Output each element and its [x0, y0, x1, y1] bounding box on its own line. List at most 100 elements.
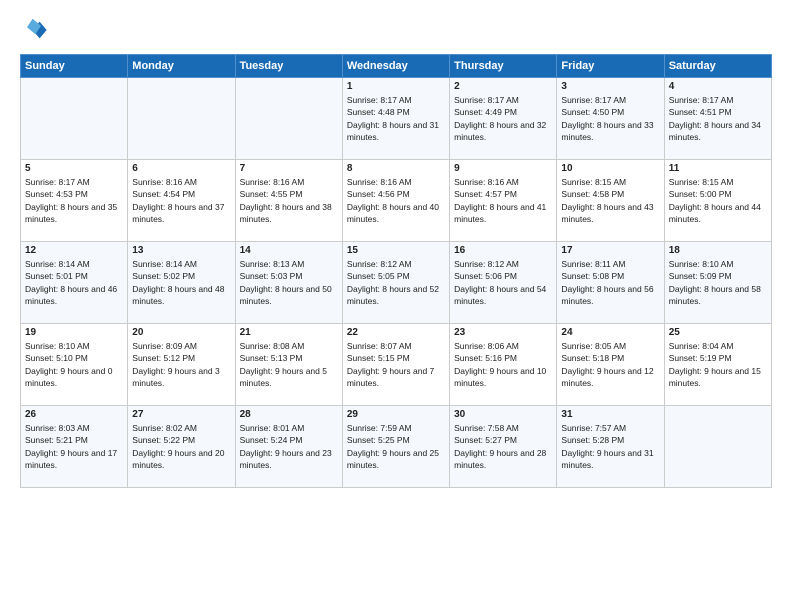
- day-info: Sunrise: 8:17 AM Sunset: 4:51 PM Dayligh…: [669, 94, 767, 143]
- calendar-cell: 29 Sunrise: 7:59 AM Sunset: 5:25 PM Dayli…: [342, 406, 449, 488]
- header: [20, 16, 772, 44]
- day-info: Sunrise: 8:06 AM Sunset: 5:16 PM Dayligh…: [454, 340, 552, 389]
- day-info: Sunrise: 8:16 AM Sunset: 4:57 PM Dayligh…: [454, 176, 552, 225]
- day-number: 18: [669, 245, 767, 256]
- day-number: 11: [669, 163, 767, 174]
- calendar-cell: 27Sunrise: 8:02 AM Sunset: 5:22 PM Dayli…: [128, 406, 235, 488]
- calendar-cell: 8 Sunrise: 8:16 AM Sunset: 4:56 PM Daylig…: [342, 160, 449, 242]
- day-info: Sunrise: 7:57 AM Sunset: 5:28 PM Dayligh…: [561, 422, 659, 471]
- day-info: Sunrise: 8:12 AM Sunset: 5:05 PM Dayligh…: [347, 258, 445, 307]
- day-number: 29: [347, 409, 445, 420]
- day-number: 15: [347, 245, 445, 256]
- day-number: 30: [454, 409, 552, 420]
- calendar-week-1: 1 Sunrise: 8:17 AM Sunset: 4:48 PM Daylig…: [21, 78, 772, 160]
- day-number: 6: [132, 163, 230, 174]
- calendar-cell: 15 Sunrise: 8:12 AM Sunset: 5:05 PM Dayli…: [342, 242, 449, 324]
- calendar-cell: [235, 78, 342, 160]
- day-info: Sunrise: 8:10 AM Sunset: 5:10 PM Dayligh…: [25, 340, 123, 389]
- day-number: 25: [669, 327, 767, 338]
- day-info: Sunrise: 8:08 AM Sunset: 5:13 PM Dayligh…: [240, 340, 338, 389]
- calendar-cell: 31 Sunrise: 7:57 AM Sunset: 5:28 PM Dayli…: [557, 406, 664, 488]
- day-number: 20: [132, 327, 230, 338]
- calendar-week-3: 12Sunrise: 8:14 AM Sunset: 5:01 PM Dayli…: [21, 242, 772, 324]
- day-info: Sunrise: 8:07 AM Sunset: 5:15 PM Dayligh…: [347, 340, 445, 389]
- day-info: Sunrise: 8:03 AM Sunset: 5:21 PM Dayligh…: [25, 422, 123, 471]
- day-info: Sunrise: 8:16 AM Sunset: 4:56 PM Dayligh…: [347, 176, 445, 225]
- calendar-cell: 13 Sunrise: 8:14 AM Sunset: 5:02 PM Dayli…: [128, 242, 235, 324]
- calendar-cell: 5Sunrise: 8:17 AM Sunset: 4:53 PM Daylig…: [21, 160, 128, 242]
- day-number: 31: [561, 409, 659, 420]
- calendar-cell: 2 Sunrise: 8:17 AM Sunset: 4:49 PM Daylig…: [450, 78, 557, 160]
- calendar-cell: 11 Sunrise: 8:15 AM Sunset: 5:00 PM Dayli…: [664, 160, 771, 242]
- day-number: 13: [132, 245, 230, 256]
- calendar-cell: 30 Sunrise: 7:58 AM Sunset: 5:27 PM Dayli…: [450, 406, 557, 488]
- day-number: 17: [561, 245, 659, 256]
- day-info: Sunrise: 7:58 AM Sunset: 5:27 PM Dayligh…: [454, 422, 552, 471]
- calendar-week-4: 19Sunrise: 8:10 AM Sunset: 5:10 PM Dayli…: [21, 324, 772, 406]
- day-info: Sunrise: 8:11 AM Sunset: 5:08 PM Dayligh…: [561, 258, 659, 307]
- day-number: 7: [240, 163, 338, 174]
- day-info: Sunrise: 8:16 AM Sunset: 4:54 PM Dayligh…: [132, 176, 230, 225]
- calendar-cell: 23 Sunrise: 8:06 AM Sunset: 5:16 PM Dayli…: [450, 324, 557, 406]
- day-number: 3: [561, 81, 659, 92]
- calendar-week-2: 5Sunrise: 8:17 AM Sunset: 4:53 PM Daylig…: [21, 160, 772, 242]
- day-info: Sunrise: 8:14 AM Sunset: 5:02 PM Dayligh…: [132, 258, 230, 307]
- weekday-header-row: SundayMondayTuesdayWednesdayThursdayFrid…: [21, 55, 772, 78]
- weekday-header-saturday: Saturday: [664, 55, 771, 78]
- calendar-cell: 10Sunrise: 8:15 AM Sunset: 4:58 PM Dayli…: [557, 160, 664, 242]
- day-number: 16: [454, 245, 552, 256]
- day-info: Sunrise: 8:09 AM Sunset: 5:12 PM Dayligh…: [132, 340, 230, 389]
- weekday-header-friday: Friday: [557, 55, 664, 78]
- day-number: 14: [240, 245, 338, 256]
- day-info: Sunrise: 7:59 AM Sunset: 5:25 PM Dayligh…: [347, 422, 445, 471]
- day-number: 21: [240, 327, 338, 338]
- day-number: 1: [347, 81, 445, 92]
- calendar-cell: 3 Sunrise: 8:17 AM Sunset: 4:50 PM Daylig…: [557, 78, 664, 160]
- day-number: 4: [669, 81, 767, 92]
- calendar-cell: 25 Sunrise: 8:04 AM Sunset: 5:19 PM Dayli…: [664, 324, 771, 406]
- day-info: Sunrise: 8:15 AM Sunset: 4:58 PM Dayligh…: [561, 176, 659, 225]
- calendar-cell: 7 Sunrise: 8:16 AM Sunset: 4:55 PM Daylig…: [235, 160, 342, 242]
- calendar-cell: 4 Sunrise: 8:17 AM Sunset: 4:51 PM Daylig…: [664, 78, 771, 160]
- day-number: 22: [347, 327, 445, 338]
- day-info: Sunrise: 8:15 AM Sunset: 5:00 PM Dayligh…: [669, 176, 767, 225]
- day-number: 2: [454, 81, 552, 92]
- calendar-cell: 14 Sunrise: 8:13 AM Sunset: 5:03 PM Dayli…: [235, 242, 342, 324]
- calendar-table: SundayMondayTuesdayWednesdayThursdayFrid…: [20, 54, 772, 488]
- calendar-header: SundayMondayTuesdayWednesdayThursdayFrid…: [21, 55, 772, 78]
- day-number: 8: [347, 163, 445, 174]
- weekday-header-wednesday: Wednesday: [342, 55, 449, 78]
- day-info: Sunrise: 8:01 AM Sunset: 5:24 PM Dayligh…: [240, 422, 338, 471]
- logo-icon: [20, 16, 48, 44]
- calendar-cell: 1 Sunrise: 8:17 AM Sunset: 4:48 PM Daylig…: [342, 78, 449, 160]
- calendar-week-5: 26 Sunrise: 8:03 AM Sunset: 5:21 PM Dayli…: [21, 406, 772, 488]
- calendar-cell: 28Sunrise: 8:01 AM Sunset: 5:24 PM Dayli…: [235, 406, 342, 488]
- day-info: Sunrise: 8:04 AM Sunset: 5:19 PM Dayligh…: [669, 340, 767, 389]
- weekday-header-tuesday: Tuesday: [235, 55, 342, 78]
- day-info: Sunrise: 8:17 AM Sunset: 4:49 PM Dayligh…: [454, 94, 552, 143]
- day-info: Sunrise: 8:17 AM Sunset: 4:50 PM Dayligh…: [561, 94, 659, 143]
- page: SundayMondayTuesdayWednesdayThursdayFrid…: [0, 0, 792, 612]
- day-number: 26: [25, 409, 123, 420]
- day-number: 9: [454, 163, 552, 174]
- day-info: Sunrise: 8:13 AM Sunset: 5:03 PM Dayligh…: [240, 258, 338, 307]
- calendar-cell: 9 Sunrise: 8:16 AM Sunset: 4:57 PM Daylig…: [450, 160, 557, 242]
- calendar-cell: [21, 78, 128, 160]
- calendar-body: 1 Sunrise: 8:17 AM Sunset: 4:48 PM Daylig…: [21, 78, 772, 488]
- calendar-cell: 12Sunrise: 8:14 AM Sunset: 5:01 PM Dayli…: [21, 242, 128, 324]
- weekday-header-thursday: Thursday: [450, 55, 557, 78]
- day-info: Sunrise: 8:17 AM Sunset: 4:48 PM Dayligh…: [347, 94, 445, 143]
- logo: [20, 16, 52, 44]
- day-info: Sunrise: 8:16 AM Sunset: 4:55 PM Dayligh…: [240, 176, 338, 225]
- day-info: Sunrise: 8:12 AM Sunset: 5:06 PM Dayligh…: [454, 258, 552, 307]
- calendar-cell: 21 Sunrise: 8:08 AM Sunset: 5:13 PM Dayli…: [235, 324, 342, 406]
- calendar-cell: 17 Sunrise: 8:11 AM Sunset: 5:08 PM Dayli…: [557, 242, 664, 324]
- day-info: Sunrise: 8:05 AM Sunset: 5:18 PM Dayligh…: [561, 340, 659, 389]
- day-info: Sunrise: 8:17 AM Sunset: 4:53 PM Dayligh…: [25, 176, 123, 225]
- day-number: 23: [454, 327, 552, 338]
- day-number: 12: [25, 245, 123, 256]
- calendar-cell: 26 Sunrise: 8:03 AM Sunset: 5:21 PM Dayli…: [21, 406, 128, 488]
- calendar-cell: 24Sunrise: 8:05 AM Sunset: 5:18 PM Dayli…: [557, 324, 664, 406]
- calendar-cell: 16 Sunrise: 8:12 AM Sunset: 5:06 PM Dayli…: [450, 242, 557, 324]
- calendar-cell: 19Sunrise: 8:10 AM Sunset: 5:10 PM Dayli…: [21, 324, 128, 406]
